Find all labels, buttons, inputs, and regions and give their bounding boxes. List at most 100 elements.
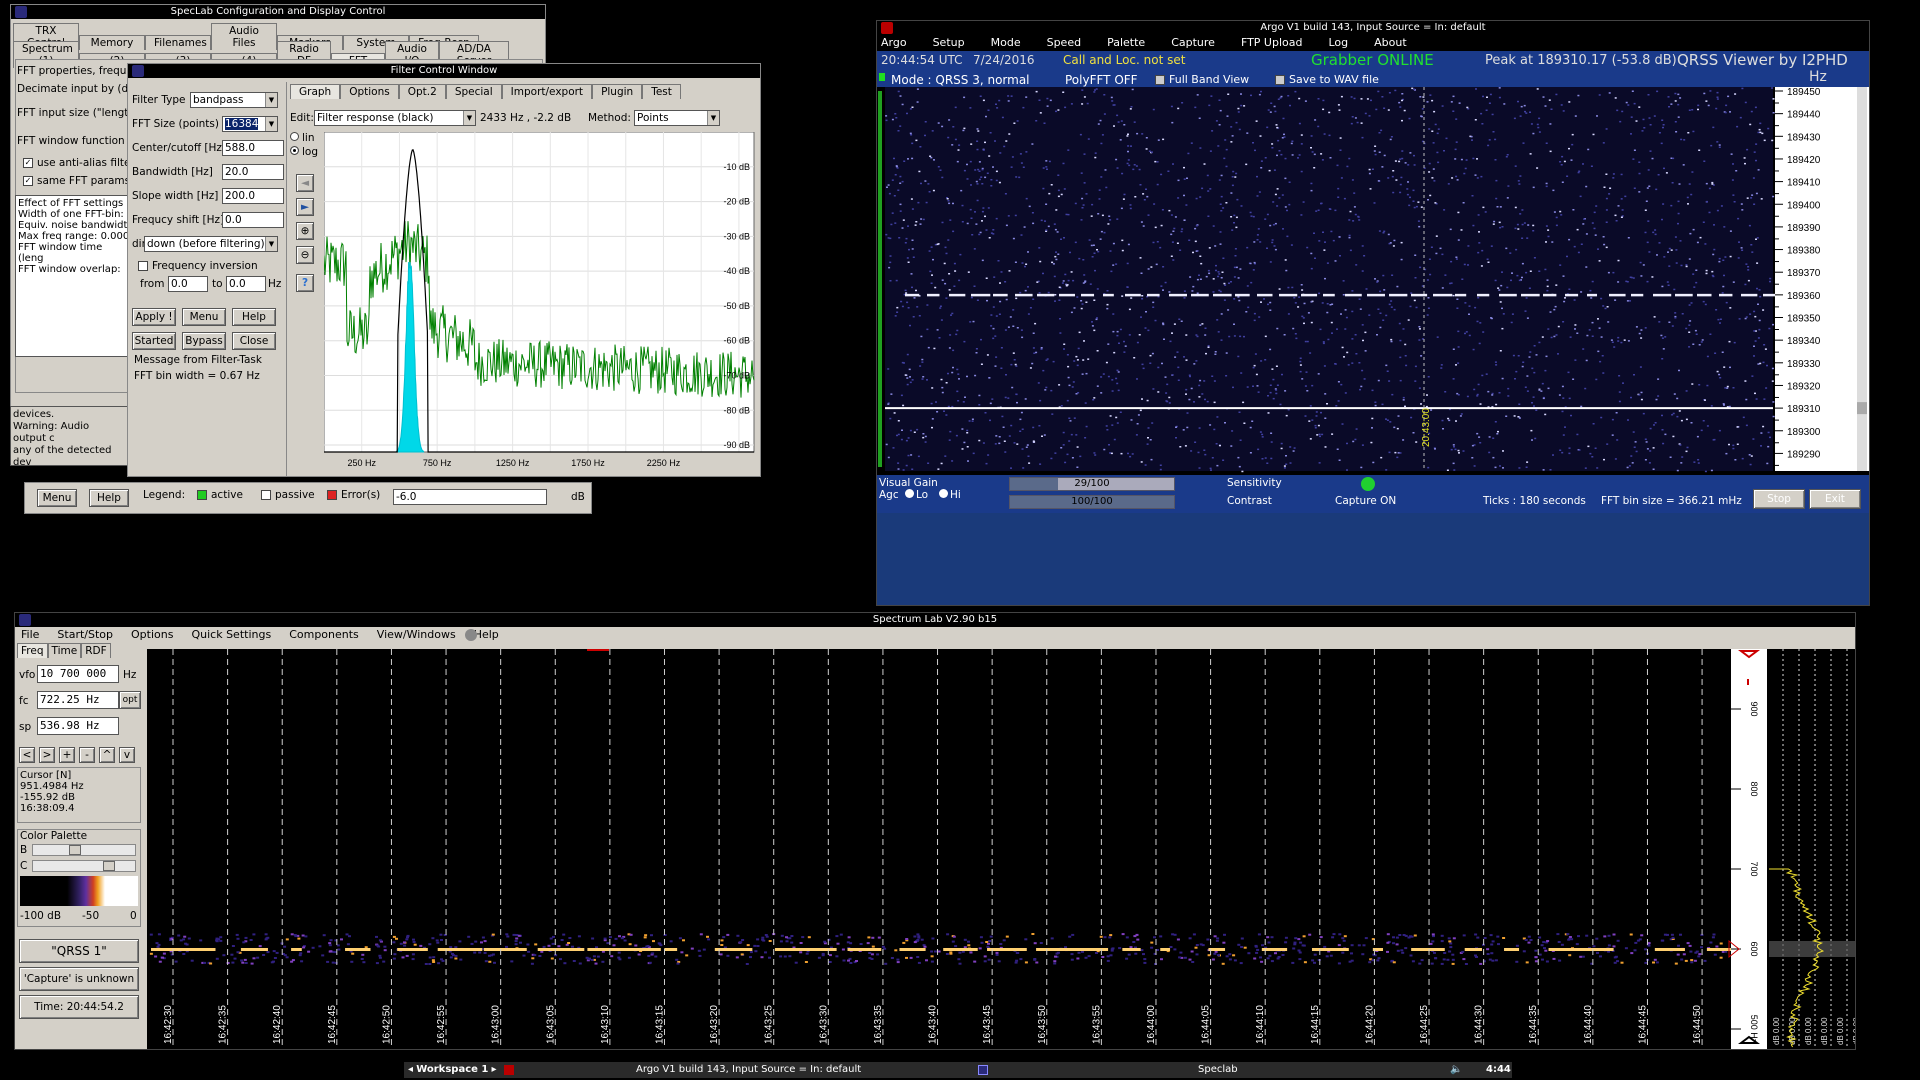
cursor-box: Cursor [N] 951.4984 Hz -155.92 dB 16:38:… [17, 767, 141, 823]
zoom-in-icon[interactable]: ⊕ [296, 222, 314, 240]
argo-viewer-title: QRSS Viewer by I2PHD [1677, 51, 1848, 69]
argo-titlebar[interactable]: Argo V1 build 143, Input Source = In: de… [877, 21, 1869, 35]
config-help-button[interactable]: Help [89, 489, 129, 507]
log-radio[interactable]: log [290, 146, 318, 158]
method-select[interactable]: Points ▼ [634, 110, 720, 126]
taskbar-item-argo[interactable]: Argo V1 build 143, Input Source = In: de… [636, 1062, 861, 1078]
bandwidth-input[interactable]: 20.0 [222, 164, 284, 180]
argo-menu-item[interactable]: Speed [1047, 35, 1081, 51]
effect-line: Effect of FFT settings [18, 198, 124, 209]
brightness-slider[interactable] [32, 844, 136, 856]
workspace-switcher[interactable]: ◂ Workspace 1 ▸ [408, 1062, 497, 1078]
argo-menu-item[interactable]: Setup [933, 35, 965, 51]
speclab-menu-item[interactable]: Quick Settings [191, 627, 271, 643]
filter-type-select[interactable]: bandpass ▼ [190, 92, 278, 108]
filter-titlebar[interactable]: Filter Control Window [128, 64, 760, 78]
nav-button[interactable]: < [19, 747, 35, 763]
sp-input[interactable]: 536.98 Hz [37, 717, 119, 735]
speclab-side-tab[interactable]: Freq [17, 643, 48, 658]
scroll-left-icon[interactable]: ◄ [296, 174, 314, 192]
nav-button[interactable]: > [39, 747, 55, 763]
speclab-menu-item[interactable]: File [21, 627, 39, 643]
db-value-field[interactable]: -6.0 [393, 489, 547, 505]
contrast-slider[interactable]: 100/100 [1009, 495, 1175, 509]
fft-size-select[interactable]: 16384 ▼ [222, 116, 278, 132]
argo-stop-button[interactable]: Stop [1753, 489, 1805, 509]
argo-waterfall[interactable]: 20:43:00 189450 189440 189430 189420 189410 18… [877, 87, 1869, 475]
lin-radio[interactable]: lin [290, 132, 315, 144]
play-icon[interactable]: ► [296, 198, 314, 216]
hi-radio[interactable]: Hi [939, 489, 961, 501]
from-input[interactable]: 0.0 [168, 276, 208, 292]
filter-tab[interactable]: Plugin [592, 84, 643, 99]
to-input[interactable]: 0.0 [226, 276, 266, 292]
speclab-side-tab[interactable]: Time [47, 643, 82, 658]
center-input[interactable]: 588.0 [222, 140, 284, 156]
dir-select[interactable]: down (before filtering) ▼ [144, 236, 278, 252]
argo-menu-item[interactable]: About [1374, 35, 1407, 51]
filter-tab[interactable]: Options [340, 84, 399, 99]
same-fft-checkbox[interactable]: ✓ same FFT params [23, 175, 130, 187]
waterfall-area[interactable] [885, 87, 1773, 471]
filter-tab[interactable]: Import/export [501, 84, 593, 99]
sensitivity-slider[interactable]: 29/100 [1009, 477, 1175, 491]
help-question-icon[interactable]: ? [296, 274, 314, 292]
argo-exit-button[interactable]: Exit [1809, 489, 1861, 509]
anti-alias-checkbox[interactable]: ✓ use anti-alias filte [23, 157, 130, 169]
save-wav-checkbox[interactable]: Save to WAV file [1275, 73, 1379, 86]
filter-response-graph[interactable]: -10 dB -20 dB -30 dB -40 dB -50 dB -60 dB -70 … [324, 132, 760, 476]
argo-menu-item[interactable]: Log [1328, 35, 1348, 51]
nav-button[interactable]: ^ [99, 747, 115, 763]
edit-select[interactable]: Filter response (black) ▼ [314, 110, 476, 126]
scrollbar-thumb[interactable] [1857, 402, 1867, 415]
zoom-out-icon[interactable]: ⊖ [296, 246, 314, 264]
speclab-menu-item[interactable]: Components [289, 627, 359, 643]
argo-menu-item[interactable]: Mode [991, 35, 1021, 51]
filter-menu-button[interactable]: Menu [182, 308, 226, 326]
speclab-menu-item[interactable]: Options [131, 627, 173, 643]
fc-opt-button[interactable]: opt [119, 691, 141, 709]
speclab-waterfall[interactable]: 16:42:30 16:42:35 16:42:40 16:42:45 16:42:50… [147, 649, 1855, 1049]
speclab-menu-item[interactable]: Start/Stop [57, 627, 113, 643]
shift-input[interactable]: 0.0 [222, 212, 284, 228]
nav-button[interactable]: - [79, 747, 95, 763]
full-band-checkbox[interactable]: Full Band View [1155, 73, 1249, 86]
bypass-button[interactable]: Bypass [182, 332, 226, 350]
slider-thumb[interactable] [69, 845, 81, 855]
slope-input[interactable]: 200.0 [222, 188, 284, 204]
speclab-titlebar[interactable]: Spectrum Lab V2.90 b15 [15, 613, 1855, 627]
taskbar-item-speclab[interactable]: Speclab [1198, 1062, 1238, 1078]
nav-button[interactable]: v [119, 747, 135, 763]
config-titlebar[interactable]: SpecLab Configuration and Display Contro… [11, 5, 545, 19]
slider-thumb[interactable] [103, 861, 115, 871]
argo-menu-item[interactable]: Palette [1107, 35, 1145, 51]
argo-menu-item[interactable]: Capture [1171, 35, 1215, 51]
started-button[interactable]: Started [132, 332, 176, 350]
argo-time: 20:44:54 UTC [881, 53, 963, 67]
argo-menu-item[interactable]: Argo [881, 35, 907, 51]
filter-tab[interactable]: Opt.2 [398, 84, 446, 99]
speclab-side-tab[interactable]: RDF [81, 643, 111, 658]
speaker-icon[interactable]: 🔈 [1450, 1062, 1462, 1078]
filter-tab[interactable]: Special [445, 84, 502, 99]
filter-help-button[interactable]: Help [232, 308, 276, 326]
filter-tab[interactable]: Graph [290, 84, 341, 99]
fc-input[interactable]: 722.25 Hz [37, 691, 119, 709]
lo-radio[interactable]: Lo [905, 489, 928, 501]
speclab-menu-item[interactable]: View/Windows [377, 627, 456, 643]
vfo-input[interactable]: 10 700 000 [37, 665, 119, 683]
capture-button[interactable]: 'Capture' is unknown [19, 967, 139, 991]
time-button[interactable]: Time: 20:44:54.2 [19, 995, 139, 1019]
palette-gradient[interactable] [20, 876, 138, 906]
nav-button[interactable]: + [59, 747, 75, 763]
apply-button[interactable]: Apply ! [132, 308, 176, 326]
mode-button[interactable]: "QRSS 1" [19, 939, 139, 963]
filter-tab[interactable]: Test [642, 84, 681, 99]
freq-inversion-checkbox[interactable]: Frequency inversion [138, 260, 258, 272]
close-button[interactable]: Close [232, 332, 276, 350]
contrast-slider-sl[interactable] [32, 860, 136, 872]
config-menu-button[interactable]: Menu [37, 489, 77, 507]
argo-bottom-panel: Visual Gain Agc Lo Hi 29/100 100/100 Sen… [877, 475, 1869, 513]
speclab-menu-item[interactable]: Help [474, 627, 499, 643]
argo-menu-item[interactable]: FTP Upload [1241, 35, 1303, 51]
